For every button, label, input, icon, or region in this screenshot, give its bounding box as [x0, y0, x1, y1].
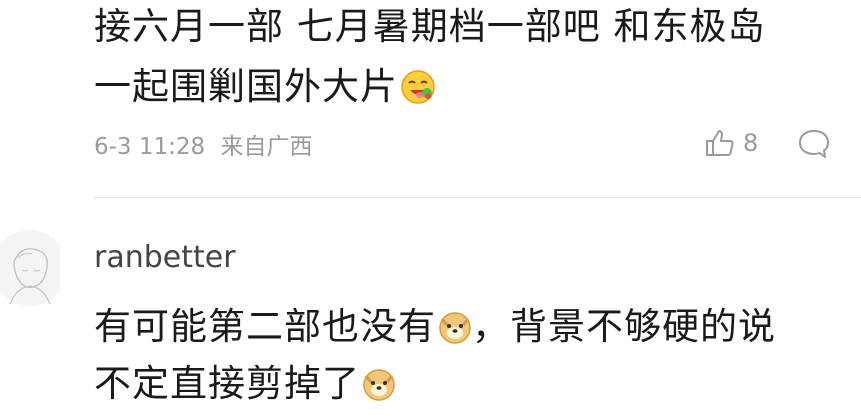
avatar[interactable] [0, 228, 68, 308]
comment-text-line: 不定直接剪掉了 [94, 359, 396, 415]
comment-divider [94, 197, 861, 198]
comment-bubble-icon [799, 130, 829, 158]
doge-emoji-icon [438, 308, 472, 358]
like-count: 8 [743, 129, 759, 157]
comment-text-line: 一起围剿国外大片 [94, 62, 436, 118]
timestamp: 6-3 11:28 [94, 134, 206, 160]
yum-emoji-icon [400, 68, 436, 118]
comment-text-line: 接六月一部 七月暑期档一部吧 和东极岛 [94, 5, 766, 48]
like-button[interactable]: 8 [705, 129, 758, 157]
doge-emoji-icon [362, 365, 396, 415]
thumbs-up-icon [706, 130, 734, 156]
reply-button[interactable] [797, 128, 831, 164]
comment-meta: 6-3 11:28 来自广西 [94, 129, 312, 165]
location: 来自广西 [220, 134, 313, 160]
username[interactable]: ranbetter [94, 237, 236, 279]
comment-text-line: 有可能第二部也没有 ，背景不够硬的说 [94, 302, 776, 358]
